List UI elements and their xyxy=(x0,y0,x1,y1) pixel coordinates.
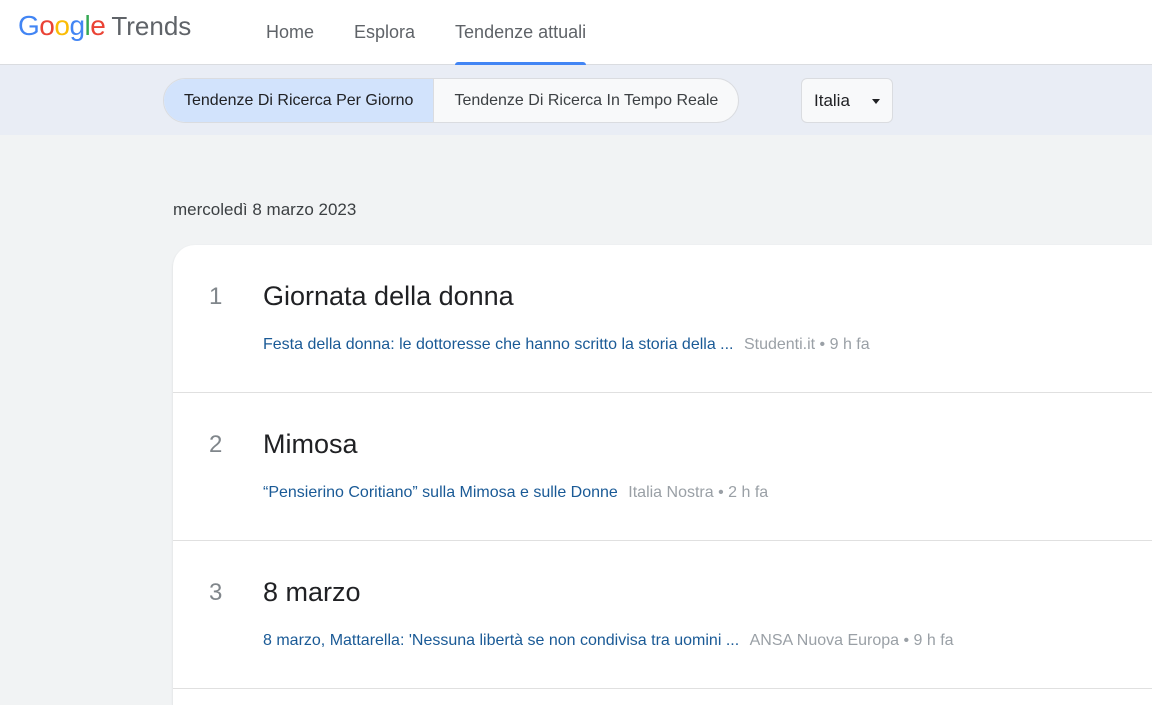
article-headline-link[interactable]: 8 marzo, Mattarella: 'Nessuna libertà se… xyxy=(263,632,739,649)
trend-type-toggle: Tendenze Di Ricerca Per Giorno Tendenze … xyxy=(163,78,740,123)
trend-article: Festa della donna: le dottoresse che han… xyxy=(263,336,870,354)
article-source-time: ANSA Nuova Europa • 9 h fa xyxy=(749,632,954,649)
tab-home[interactable]: Home xyxy=(246,0,334,65)
realtime-trends-button[interactable]: Tendenze Di Ricerca In Tempo Reale xyxy=(433,79,738,122)
daily-trends-button[interactable]: Tendenze Di Ricerca Per Giorno xyxy=(164,79,434,122)
article-headline-link[interactable]: Festa della donna: le dottoresse che han… xyxy=(263,336,734,353)
trend-item[interactable]: 2 Mimosa “Pensierino Coritiano” sulla Mi… xyxy=(173,393,1152,541)
trend-rank: 3 xyxy=(209,579,223,606)
trend-title[interactable]: Giornata della donna xyxy=(263,281,514,312)
country-select[interactable]: Italia xyxy=(801,78,893,123)
top-header: Google Trends Home Esplora Tendenze attu… xyxy=(0,0,1152,66)
trend-article: 8 marzo, Mattarella: 'Nessuna libertà se… xyxy=(263,632,954,650)
trends-filter-bar: Tendenze Di Ricerca Per Giorno Tendenze … xyxy=(0,65,1152,135)
trend-rank: 1 xyxy=(209,283,223,310)
trend-title[interactable]: 8 marzo xyxy=(263,577,361,608)
dropdown-arrow-icon xyxy=(872,99,880,104)
trend-date: mercoledì 8 marzo 2023 xyxy=(173,200,357,219)
trend-item[interactable]: 1 Giornata della donna Festa della donna… xyxy=(173,245,1152,393)
article-source-time: Studenti.it • 9 h fa xyxy=(743,336,870,353)
google-trends-logo[interactable]: Google Trends xyxy=(18,10,191,42)
trends-wordmark: Trends xyxy=(111,11,192,41)
google-wordmark: Google xyxy=(18,10,106,41)
article-source-time: Italia Nostra • 2 h fa xyxy=(628,484,769,501)
trends-list: 1 Giornata della donna Festa della donna… xyxy=(173,245,1152,705)
trend-title[interactable]: Mimosa xyxy=(263,429,358,460)
tab-tendenze-attuali[interactable]: Tendenze attuali xyxy=(435,0,606,66)
article-headline-link[interactable]: “Pensierino Coritiano” sulla Mimosa e su… xyxy=(263,484,618,501)
trend-rank: 2 xyxy=(209,431,223,458)
tab-esplora[interactable]: Esplora xyxy=(334,0,435,65)
trend-item[interactable]: 3 8 marzo 8 marzo, Mattarella: 'Nessuna … xyxy=(173,541,1152,689)
trend-article: “Pensierino Coritiano” sulla Mimosa e su… xyxy=(263,484,768,502)
country-select-value: Italia xyxy=(814,90,850,110)
main-nav: Home Esplora Tendenze attuali xyxy=(246,0,606,66)
